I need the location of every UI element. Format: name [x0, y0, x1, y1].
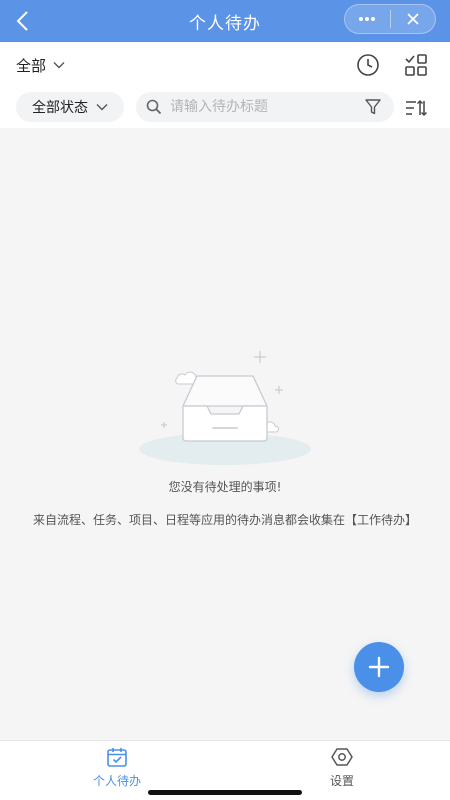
scope-label: 全部: [16, 56, 47, 75]
funnel-icon[interactable]: [364, 98, 382, 116]
scope-toolbar: 全部: [0, 42, 450, 88]
empty-state-description: 来自流程、任务、项目、日程等应用的待办消息都会收集在【工作待办】: [32, 513, 417, 527]
history-button[interactable]: [354, 51, 382, 79]
settings-hexagon-icon: [331, 748, 353, 766]
status-dropdown[interactable]: 全部状态: [16, 92, 124, 122]
close-button[interactable]: [391, 5, 436, 33]
status-label: 全部状态: [32, 100, 88, 116]
empty-inbox-illustration: [139, 351, 311, 465]
home-indicator: [148, 790, 302, 795]
search-toolbar: 全部状态: [0, 88, 450, 128]
sort-icon: [406, 100, 427, 116]
tab-label: 个人待办: [92, 774, 141, 788]
empty-state-title: 您没有待处理的事项!: [168, 480, 282, 494]
more-dots-icon: [359, 17, 376, 21]
search-input[interactable]: [170, 99, 350, 115]
plus-icon: [368, 656, 390, 678]
more-button[interactable]: [345, 5, 390, 33]
search-icon: [146, 99, 162, 115]
close-icon: [407, 13, 419, 25]
chevron-down-icon: [96, 104, 108, 111]
chevron-left-icon: [16, 11, 28, 31]
add-todo-button[interactable]: [354, 642, 404, 692]
title-bar: 个人待办: [0, 0, 450, 42]
scope-dropdown[interactable]: 全部: [16, 42, 65, 88]
grid-check-icon: [405, 54, 427, 76]
tab-label: 设置: [329, 774, 354, 788]
search-box: [136, 92, 394, 122]
back-button[interactable]: [6, 4, 38, 38]
clock-icon: [357, 54, 379, 76]
page-title: 个人待办: [189, 13, 261, 34]
chevron-down-icon: [53, 62, 65, 69]
sort-button[interactable]: [402, 94, 430, 122]
calendar-check-icon: [107, 748, 127, 767]
batch-button[interactable]: [402, 51, 430, 79]
capsule-menu: [344, 4, 436, 34]
